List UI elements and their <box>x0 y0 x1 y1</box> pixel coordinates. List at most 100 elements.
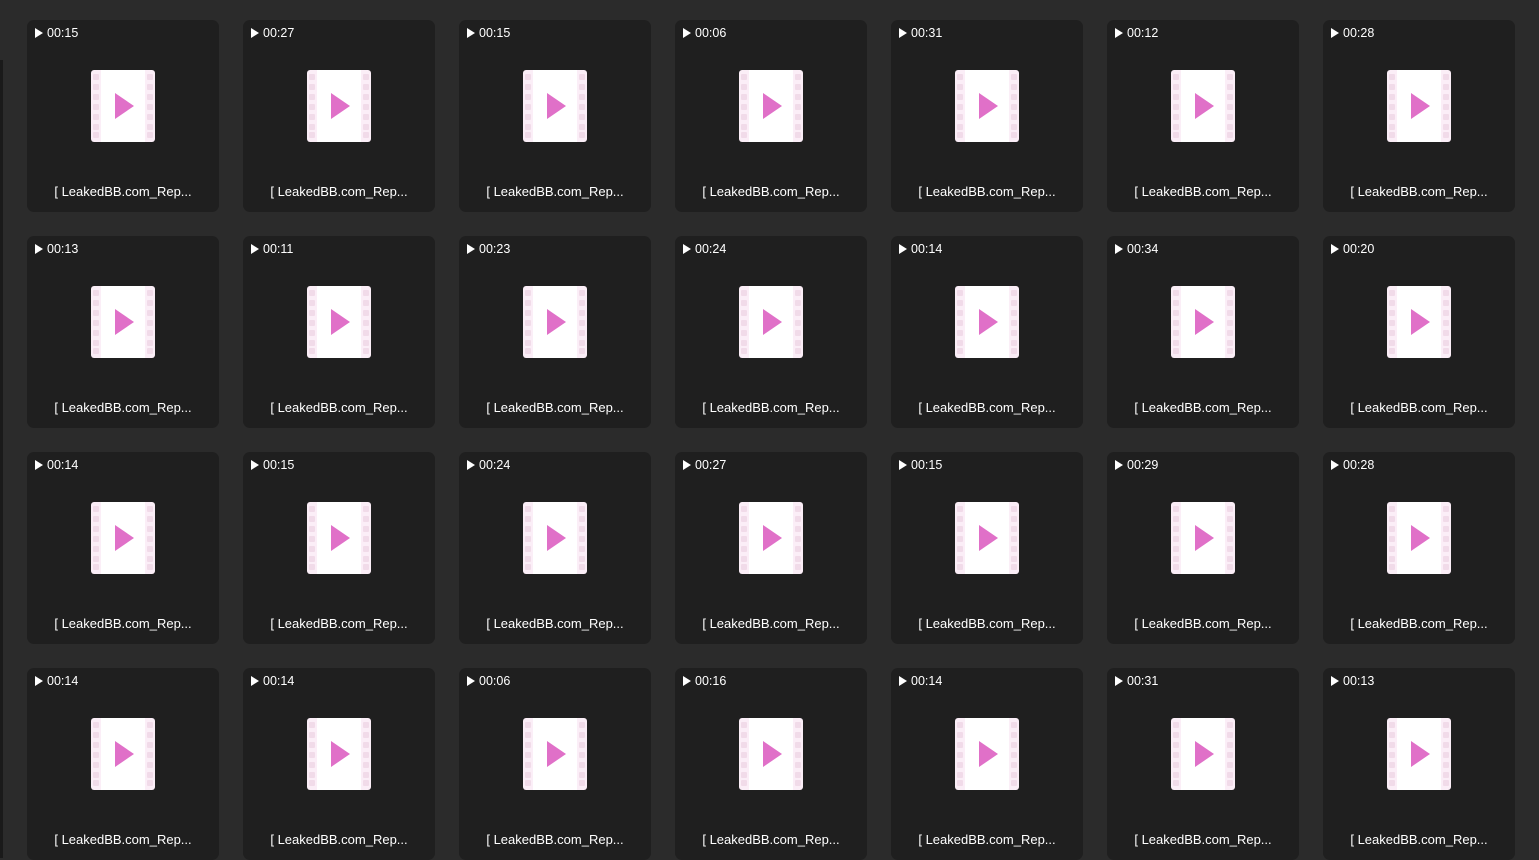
duration-badge: 00:13 <box>35 242 78 256</box>
file-tile[interactable]: 00:28 [ LeakedBB.com_Rep... <box>1323 452 1515 644</box>
video-file-icon <box>1387 286 1451 358</box>
file-name: [ LeakedBB.com_Rep... <box>54 400 192 415</box>
duration-badge: 00:23 <box>467 242 510 256</box>
video-file-icon <box>1387 502 1451 574</box>
duration-label: 00:23 <box>479 242 511 256</box>
file-tile[interactable]: 00:23 [ LeakedBB.com_Rep... <box>459 236 651 428</box>
video-file-icon <box>1171 718 1235 790</box>
file-tile[interactable]: 00:31 [ LeakedBB.com_Rep... <box>1107 668 1299 860</box>
video-file-icon <box>1387 70 1451 142</box>
video-file-icon <box>955 502 1019 574</box>
duration-badge: 00:14 <box>35 674 78 688</box>
file-tile[interactable]: 00:24 [ LeakedBB.com_Rep... <box>459 452 651 644</box>
file-tile[interactable]: 00:31 [ LeakedBB.com_Rep... <box>891 20 1083 212</box>
duration-badge: 00:31 <box>899 26 942 40</box>
duration-label: 00:06 <box>479 674 511 688</box>
file-tile[interactable]: 00:27 [ LeakedBB.com_Rep... <box>675 452 867 644</box>
duration-badge: 00:14 <box>35 458 78 472</box>
file-grid: 00:15 [ LeakedBB.com_Rep... 00:27 [Leak… <box>27 20 1515 860</box>
file-name: [ LeakedBB.com_Rep... <box>270 400 408 415</box>
play-icon <box>683 460 691 470</box>
duration-badge: 00:14 <box>899 674 942 688</box>
video-file-icon <box>1171 286 1235 358</box>
file-tile[interactable]: 00:15 [ LeakedBB.com_Rep... <box>27 20 219 212</box>
file-name: [ LeakedBB.com_Rep... <box>1134 400 1272 415</box>
duration-badge: 00:15 <box>467 26 510 40</box>
file-tile[interactable]: 00:14 [ LeakedBB.com_Rep... <box>891 668 1083 860</box>
file-tile[interactable]: 00:14 [ LeakedBB.com_Rep... <box>243 668 435 860</box>
duration-badge: 00:16 <box>683 674 726 688</box>
file-tile[interactable]: 00:15 [ LeakedBB.com_Rep... <box>891 452 1083 644</box>
file-name: [ LeakedBB.com_Rep... <box>1134 832 1272 847</box>
play-icon <box>1331 676 1339 686</box>
file-tile[interactable]: 00:11 [ LeakedBB.com_Rep... <box>243 236 435 428</box>
file-tile[interactable]: 00:12 [ LeakedBB.com_Rep... <box>1107 20 1299 212</box>
duration-badge: 00:29 <box>1115 458 1158 472</box>
video-file-icon <box>91 286 155 358</box>
file-name: [ LeakedBB.com_Rep... <box>702 832 840 847</box>
duration-label: 00:15 <box>479 26 511 40</box>
video-file-icon <box>307 718 371 790</box>
duration-badge: 00:27 <box>251 26 294 40</box>
file-name: [ LeakedBB.com_Rep... <box>918 832 1056 847</box>
file-name: [ LeakedBB.com_Rep... <box>918 184 1056 199</box>
video-file-icon <box>91 718 155 790</box>
duration-label: 00:14 <box>263 674 295 688</box>
duration-badge: 00:28 <box>1331 458 1374 472</box>
video-file-icon <box>955 70 1019 142</box>
file-tile[interactable]: 00:15 [ LeakedBB.com_Rep... <box>243 452 435 644</box>
play-icon <box>467 244 475 254</box>
duration-badge: 00:15 <box>899 458 942 472</box>
duration-label: 00:28 <box>1343 458 1375 472</box>
file-tile[interactable]: 00:06 [ LeakedBB.com_Rep... <box>459 668 651 860</box>
file-tile[interactable]: 00:34 [ LeakedBB.com_Rep... <box>1107 236 1299 428</box>
file-tile[interactable]: 00:14 [ LeakedBB.com_Rep... <box>27 452 219 644</box>
play-icon <box>1331 460 1339 470</box>
file-tile[interactable]: 00:16 [ LeakedBB.com_Rep... <box>675 668 867 860</box>
duration-badge: 00:24 <box>467 458 510 472</box>
file-tile[interactable]: 00:06 [ LeakedBB.com_Rep... <box>675 20 867 212</box>
play-icon <box>1115 244 1123 254</box>
video-file-icon <box>1387 718 1451 790</box>
play-icon <box>683 28 691 38</box>
file-name: [ LeakedBB.com_Rep... <box>1350 184 1488 199</box>
duration-badge: 00:34 <box>1115 242 1158 256</box>
video-file-icon <box>307 286 371 358</box>
play-icon <box>35 460 43 470</box>
file-name: [ LeakedBB.com_Rep... <box>54 184 192 199</box>
duration-badge: 00:15 <box>251 458 294 472</box>
video-file-icon <box>91 502 155 574</box>
file-name: [ LeakedBB.com_Rep... <box>702 400 840 415</box>
file-name: [ LeakedBB.com_Rep... <box>1350 616 1488 631</box>
duration-badge: 00:27 <box>683 458 726 472</box>
file-tile[interactable]: 00:13 [ LeakedBB.com_Rep... <box>1323 668 1515 860</box>
duration-label: 00:13 <box>47 242 79 256</box>
duration-badge: 00:11 <box>251 242 293 256</box>
video-file-icon <box>1171 70 1235 142</box>
video-file-icon <box>307 70 371 142</box>
file-tile[interactable]: 00:27 [ LeakedBB.com_Rep... <box>243 20 435 212</box>
file-tile[interactable]: 00:14 [ LeakedBB.com_Rep... <box>891 236 1083 428</box>
video-file-icon <box>739 502 803 574</box>
file-tile[interactable]: 00:28 [ LeakedBB.com_Rep... <box>1323 20 1515 212</box>
duration-label: 00:16 <box>695 674 727 688</box>
duration-label: 00:15 <box>263 458 295 472</box>
play-icon <box>1115 460 1123 470</box>
file-tile[interactable]: 00:29 [ LeakedBB.com_Rep... <box>1107 452 1299 644</box>
file-tile[interactable]: 00:20 [ LeakedBB.com_Rep... <box>1323 236 1515 428</box>
duration-label: 00:14 <box>47 674 79 688</box>
file-name: [ LeakedBB.com_Rep... <box>702 184 840 199</box>
file-tile[interactable]: 00:13 [ LeakedBB.com_Rep... <box>27 236 219 428</box>
play-icon <box>35 676 43 686</box>
duration-label: 00:14 <box>911 674 943 688</box>
duration-badge: 00:28 <box>1331 26 1374 40</box>
duration-badge: 00:31 <box>1115 674 1158 688</box>
duration-label: 00:24 <box>695 242 727 256</box>
file-tile[interactable]: 00:14 [ LeakedBB.com_Rep... <box>27 668 219 860</box>
video-file-icon <box>739 718 803 790</box>
file-tile[interactable]: 00:15 [ LeakedBB.com_Rep... <box>459 20 651 212</box>
duration-label: 00:13 <box>1343 674 1375 688</box>
file-tile[interactable]: 00:24 [ LeakedBB.com_Rep... <box>675 236 867 428</box>
duration-badge: 00:20 <box>1331 242 1374 256</box>
video-file-icon <box>739 70 803 142</box>
